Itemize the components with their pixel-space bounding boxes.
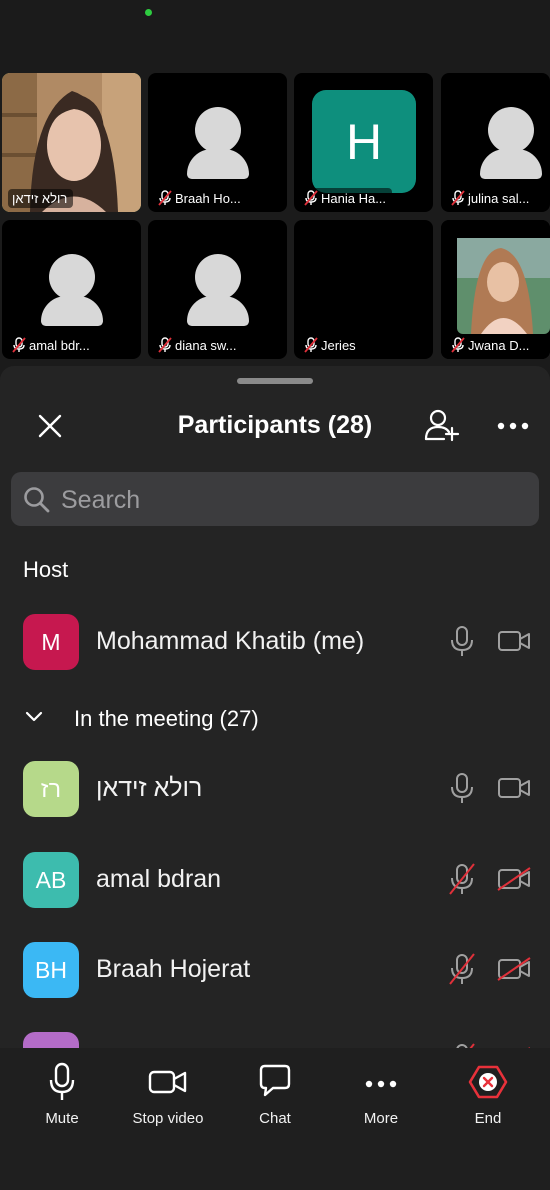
- tile-name: Jwana D...: [468, 337, 530, 353]
- chevron-down-icon: [25, 711, 43, 722]
- add-participant-icon[interactable]: [424, 408, 460, 442]
- tile-name: רולא זידאן: [12, 191, 68, 206]
- video-camera-off-icon[interactable]: [497, 957, 531, 981]
- participant-name: רולא זידאן: [96, 774, 203, 802]
- letter-avatar: H: [312, 90, 416, 193]
- video-tile[interactable]: julina sal...: [441, 73, 550, 212]
- video-tile[interactable]: Braah Ho...: [148, 73, 287, 212]
- mic-muted-icon: [451, 337, 465, 353]
- tile-name-label: Jwana D...: [447, 335, 536, 355]
- tile-name: Braah Ho...: [175, 190, 241, 206]
- video-tile[interactable]: Jeries: [294, 220, 433, 359]
- video-camera-icon[interactable]: [497, 629, 531, 653]
- avatar-placeholder-icon: [194, 254, 241, 300]
- drag-handle[interactable]: [237, 378, 313, 384]
- avatar-placeholder-icon: [488, 107, 534, 153]
- participant-row[interactable]: M Mohammad Khatib (me): [0, 607, 550, 677]
- video-tile[interactable]: H Hania Ha...: [294, 73, 433, 212]
- microphone-muted-icon[interactable]: [449, 953, 475, 985]
- participant-row[interactable]: רז רולא זידאן: [0, 754, 550, 824]
- tile-name-label: diana sw...: [154, 335, 243, 355]
- chat-label: Chat: [259, 1110, 291, 1127]
- participant-name: Braah Hojerat: [96, 955, 251, 983]
- participant-row[interactable]: BH Braah Hojerat: [0, 935, 550, 1005]
- video-tile[interactable]: amal bdr...: [2, 220, 141, 359]
- microphone-icon[interactable]: [449, 772, 475, 804]
- avatar-placeholder-icon: [194, 107, 241, 153]
- host-section-label: Host: [23, 557, 69, 582]
- end-call-icon: [468, 1065, 508, 1099]
- chat-button[interactable]: Chat: [222, 1062, 328, 1152]
- tile-name: diana sw...: [175, 337, 237, 353]
- mic-muted-icon: [12, 337, 26, 353]
- tile-name: amal bdr...: [29, 337, 90, 353]
- video-tile[interactable]: diana sw...: [148, 220, 287, 359]
- video-camera-icon: [148, 1070, 187, 1094]
- in-meeting-section-toggle[interactable]: In the meeting (27): [24, 704, 294, 734]
- mic-muted-icon: [451, 190, 465, 206]
- video-camera-off-icon[interactable]: [497, 867, 531, 891]
- stop-video-label: Stop video: [132, 1110, 204, 1127]
- video-camera-icon[interactable]: [497, 776, 531, 800]
- mic-muted-icon: [158, 337, 172, 353]
- stop-video-button[interactable]: Stop video: [115, 1062, 221, 1152]
- tile-name: julina sal...: [468, 190, 530, 206]
- mic-muted-icon: [304, 190, 318, 206]
- video-tile[interactable]: Jwana D...: [441, 220, 550, 359]
- end-meeting-button[interactable]: End: [435, 1062, 541, 1152]
- mute-button[interactable]: Mute: [9, 1062, 115, 1152]
- tile-name-label: Braah Ho...: [154, 188, 247, 208]
- tile-name-label: amal bdr...: [8, 335, 96, 355]
- avatar-placeholder-icon: [48, 254, 95, 300]
- more-label: More: [363, 1110, 399, 1127]
- microphone-icon[interactable]: [449, 625, 475, 657]
- more-button[interactable]: More: [328, 1062, 434, 1152]
- more-options-icon[interactable]: [495, 416, 531, 436]
- tile-name-label: רולא זידאן: [8, 189, 74, 208]
- search-icon: [24, 487, 50, 513]
- in-meeting-section-label: In the meeting (27): [74, 706, 259, 731]
- chat-bubble-icon: [259, 1064, 291, 1097]
- tile-name: Jeries: [321, 337, 356, 353]
- more-dots-icon: [365, 1080, 397, 1088]
- tile-name-label: julina sal...: [447, 188, 536, 208]
- mic-muted-icon: [304, 337, 318, 353]
- participant-row[interactable]: AB amal bdran: [0, 845, 550, 915]
- tile-name-label: Jeries: [300, 335, 362, 355]
- end-label: End: [474, 1110, 502, 1127]
- microphone-icon: [49, 1062, 75, 1100]
- mute-label: Mute: [45, 1110, 79, 1127]
- avatar: M: [23, 614, 79, 670]
- tile-name: Hania Ha...: [321, 190, 387, 206]
- search-bar: [11, 472, 539, 528]
- search-input[interactable]: [59, 472, 533, 528]
- panel-title: Participants (28): [177, 411, 373, 439]
- meeting-toolbar: Mute Stop video Chat More End: [0, 1048, 550, 1190]
- avatar: AB: [23, 852, 79, 908]
- mic-muted-icon: [158, 190, 172, 206]
- participant-name: Mohammad Khatib (me): [96, 627, 365, 655]
- camera-indicator-dot: [145, 9, 152, 16]
- panel-header: Participants (28): [0, 396, 550, 456]
- microphone-muted-icon[interactable]: [449, 863, 475, 895]
- tile-name-label: Hania Ha...: [300, 188, 393, 208]
- video-tile[interactable]: רולא זידאן: [2, 73, 141, 212]
- participant-name: amal bdran: [96, 865, 222, 893]
- avatar: BH: [23, 942, 79, 998]
- avatar: רז: [23, 761, 79, 817]
